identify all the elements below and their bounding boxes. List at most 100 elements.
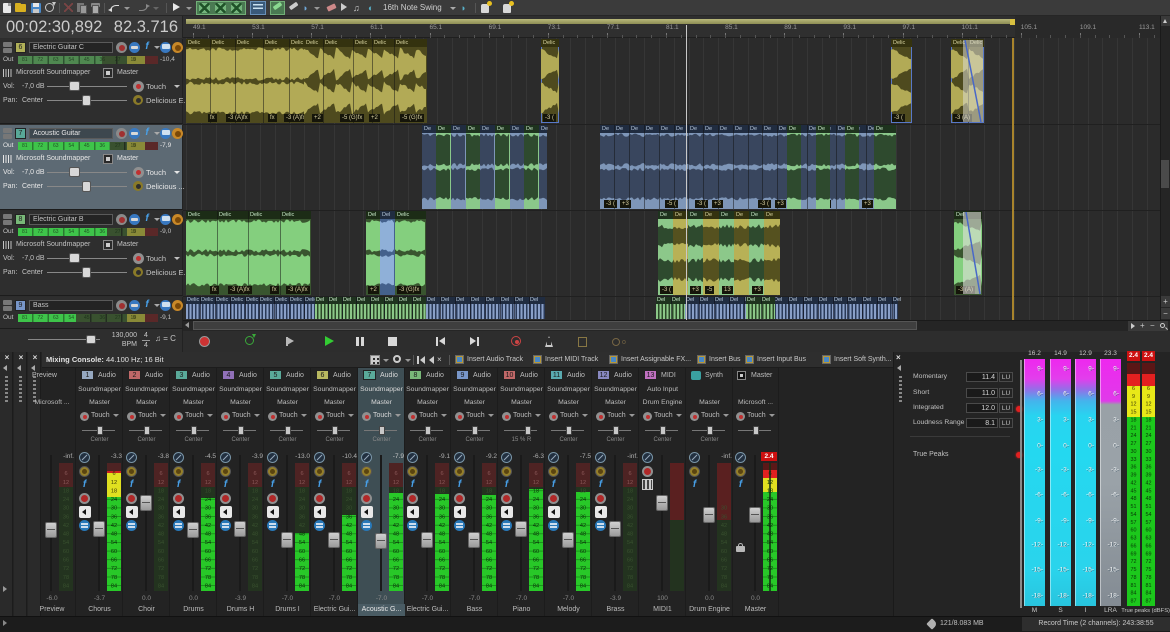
svg-text:36: 36 xyxy=(1146,465,1152,471)
svg-text:42: 42 xyxy=(486,523,492,529)
svg-text:6: 6 xyxy=(112,471,115,477)
svg-text:6: 6 xyxy=(440,471,443,477)
svg-text:78: 78 xyxy=(627,575,633,581)
svg-text:36: 36 xyxy=(63,514,69,520)
svg-text:75: 75 xyxy=(1146,567,1152,573)
svg-text:69: 69 xyxy=(1146,551,1152,557)
svg-text:9-: 9- xyxy=(1113,365,1119,372)
svg-text:-15-: -15- xyxy=(1082,566,1094,573)
svg-text:0-: 0- xyxy=(1113,442,1119,449)
svg-text:42: 42 xyxy=(252,523,258,529)
svg-text:12: 12 xyxy=(299,480,305,486)
svg-text:18: 18 xyxy=(533,489,539,495)
svg-text:48: 48 xyxy=(252,532,258,538)
svg-text:18: 18 xyxy=(627,489,633,495)
svg-text:6: 6 xyxy=(347,471,350,477)
svg-text:12: 12 xyxy=(533,480,539,486)
svg-text:66: 66 xyxy=(627,558,633,564)
svg-text:6-: 6- xyxy=(1088,390,1094,397)
svg-text:60: 60 xyxy=(111,549,117,555)
svg-text:42: 42 xyxy=(627,523,633,529)
svg-text:36: 36 xyxy=(767,514,773,520)
svg-text:72: 72 xyxy=(1146,559,1152,565)
svg-text:66: 66 xyxy=(299,558,305,564)
svg-text:54: 54 xyxy=(721,540,727,546)
svg-text:12: 12 xyxy=(111,480,117,486)
svg-text:12: 12 xyxy=(486,480,492,486)
svg-text:42: 42 xyxy=(299,523,305,529)
svg-text:0-: 0- xyxy=(1037,442,1043,449)
svg-text:30: 30 xyxy=(721,506,727,512)
svg-text:15: 15 xyxy=(1146,410,1152,416)
svg-text:-9-: -9- xyxy=(1035,517,1043,524)
svg-text:72: 72 xyxy=(486,566,492,572)
svg-text:54: 54 xyxy=(1131,512,1137,518)
svg-text:-9-: -9- xyxy=(1111,517,1119,524)
svg-text:66: 66 xyxy=(721,558,727,564)
svg-text:-6-: -6- xyxy=(1061,491,1069,498)
svg-text:18: 18 xyxy=(205,489,211,495)
svg-text:18: 18 xyxy=(1146,418,1152,424)
svg-text:54: 54 xyxy=(767,540,773,546)
svg-text:84: 84 xyxy=(111,583,117,589)
svg-text:24: 24 xyxy=(252,497,258,503)
svg-text:-12-: -12- xyxy=(1082,541,1094,548)
svg-text:66: 66 xyxy=(1146,543,1152,549)
svg-text:72: 72 xyxy=(63,566,69,572)
svg-text:48: 48 xyxy=(1146,496,1152,502)
svg-text:0-: 0- xyxy=(1063,442,1069,449)
svg-text:12: 12 xyxy=(627,480,633,486)
svg-text:42: 42 xyxy=(346,523,352,529)
svg-text:75: 75 xyxy=(1131,567,1137,573)
svg-text:9-: 9- xyxy=(1037,365,1043,372)
svg-text:57: 57 xyxy=(1146,520,1152,526)
svg-text:3-: 3- xyxy=(1113,416,1119,423)
svg-text:78: 78 xyxy=(205,575,211,581)
svg-text:48: 48 xyxy=(346,532,352,538)
svg-text:-12-: -12- xyxy=(1107,541,1119,548)
svg-text:24: 24 xyxy=(205,497,211,503)
svg-text:24: 24 xyxy=(299,497,305,503)
svg-text:15: 15 xyxy=(1131,410,1137,416)
svg-text:72: 72 xyxy=(533,566,539,572)
svg-text:12: 12 xyxy=(767,480,773,486)
svg-text:24: 24 xyxy=(1146,433,1152,439)
svg-text:84: 84 xyxy=(580,583,586,589)
svg-text:30: 30 xyxy=(533,506,539,512)
svg-text:-9-: -9- xyxy=(1061,517,1069,524)
svg-text:48: 48 xyxy=(486,532,492,538)
svg-text:42: 42 xyxy=(580,523,586,529)
svg-text:24: 24 xyxy=(439,497,445,503)
svg-text:42: 42 xyxy=(1131,480,1137,486)
svg-text:87: 87 xyxy=(1146,599,1152,605)
svg-text:60: 60 xyxy=(533,549,539,555)
svg-text:72: 72 xyxy=(299,566,305,572)
svg-text:66: 66 xyxy=(533,558,539,564)
svg-text:60: 60 xyxy=(63,549,69,555)
svg-text:78: 78 xyxy=(158,575,164,581)
svg-text:12: 12 xyxy=(580,480,586,486)
svg-text:60: 60 xyxy=(252,549,258,555)
svg-text:48: 48 xyxy=(627,532,633,538)
svg-text:12: 12 xyxy=(63,480,69,486)
svg-text:12: 12 xyxy=(393,480,399,486)
svg-text:39: 39 xyxy=(1131,473,1137,479)
svg-text:18: 18 xyxy=(486,489,492,495)
svg-text:84: 84 xyxy=(767,583,773,589)
svg-text:78: 78 xyxy=(393,575,399,581)
svg-text:3-: 3- xyxy=(1037,416,1043,423)
svg-text:72: 72 xyxy=(627,566,633,572)
svg-text:72: 72 xyxy=(721,566,727,572)
svg-text:60: 60 xyxy=(1131,528,1137,534)
svg-text:6: 6 xyxy=(159,471,162,477)
svg-text:3-: 3- xyxy=(1063,416,1069,423)
svg-text:33: 33 xyxy=(1146,457,1152,463)
svg-text:48: 48 xyxy=(580,532,586,538)
svg-text:21: 21 xyxy=(1146,425,1152,431)
svg-text:48: 48 xyxy=(299,532,305,538)
svg-text:30: 30 xyxy=(627,506,633,512)
svg-text:66: 66 xyxy=(158,558,164,564)
svg-text:6: 6 xyxy=(394,471,397,477)
svg-text:48: 48 xyxy=(533,532,539,538)
svg-text:6-: 6- xyxy=(1037,390,1043,397)
